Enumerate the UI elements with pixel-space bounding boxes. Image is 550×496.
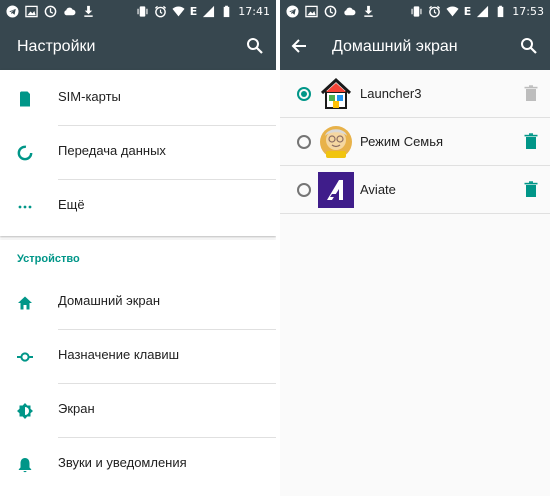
search-icon[interactable] [520,37,538,55]
sim-card-icon [20,91,30,107]
radio-button[interactable] [297,135,311,149]
sync-icon [324,5,337,18]
page-title: Домашний экран [332,38,458,55]
wifi-icon [172,6,185,17]
download-icon [364,5,373,17]
settings-item-sounds[interactable]: Звуки и уведомления [0,438,276,492]
status-time: 17:53 [512,5,544,18]
data-usage-icon [17,145,33,161]
launcher-option-aviate[interactable]: Aviate [280,166,550,214]
wifi-icon [446,6,459,17]
home-screen-panel: E 17:53 Домашний экран Launcher3 Режим С… [280,0,550,496]
network-type-label: E [463,5,472,18]
radio-button[interactable] [297,183,311,197]
settings-card-network: SIM-карты Передача данных Ещё [0,70,276,236]
image-icon [25,5,38,18]
signal-icon [477,5,489,18]
settings-item-label: Звуки и уведомления [58,455,187,470]
page-title: Настройки [17,38,96,55]
launcher-label: Aviate [360,182,396,197]
search-icon[interactable] [246,37,264,55]
telegram-icon [6,5,19,18]
brightness-icon [17,403,33,419]
vibrate-icon [137,6,148,17]
more-horiz-icon [18,205,32,209]
app-bar: Домашний экран [280,24,550,70]
settings-item-button-mapping[interactable]: Назначение клавиш [0,330,276,384]
launcher-option-family-mode[interactable]: Режим Семья [280,118,550,166]
alarm-icon [154,5,166,18]
signal-icon [203,5,215,18]
launcher-label: Launcher3 [360,86,422,101]
aviate-icon [318,172,354,208]
home-icon [18,296,32,310]
divider [280,213,550,214]
status-bar: E 17:41 [0,0,276,24]
settings-item-label: Домашний экран [58,293,161,308]
alarm-icon [428,5,440,18]
bell-icon [18,458,32,473]
settings-item-label: Экран [58,401,95,416]
launcher3-house-icon [320,77,352,109]
settings-item-label: SIM-карты [58,89,121,104]
settings-item-label: Передача данных [58,143,166,158]
status-time: 17:41 [238,5,270,18]
settings-item-home-screen[interactable]: Домашний экран [0,276,276,330]
cloud-icon [344,7,356,16]
image-icon [305,5,318,18]
network-type-label: E [189,5,198,18]
sync-icon [44,5,57,18]
back-arrow-icon[interactable] [290,37,308,55]
settings-item-label: Ещё [58,197,85,212]
settings-panel: E 17:41 Настройки SIM-карты Передача дан… [0,0,276,496]
delete-icon[interactable] [524,181,538,198]
battery-icon [498,5,504,18]
vibrate-icon [411,6,422,17]
delete-icon-disabled [524,85,538,101]
settings-item-sim[interactable]: SIM-карты [0,72,276,126]
section-header-device: Устройство [17,253,80,265]
settings-item-display[interactable]: Экран [0,384,276,438]
battery-icon [224,5,230,18]
launcher-label: Режим Семья [360,134,444,149]
radio-button-selected[interactable] [297,87,311,101]
telegram-icon [286,5,299,18]
family-mode-icon [320,126,352,158]
settings-item-more[interactable]: Ещё [0,180,276,234]
settings-item-data-usage[interactable]: Передача данных [0,126,276,180]
cloud-icon [64,7,76,16]
download-icon [84,5,93,17]
button-mapping-icon [17,352,33,362]
settings-card-device: Устройство Домашний экран Назначение кла… [0,240,276,496]
settings-item-label: Назначение клавиш [58,347,180,362]
launcher-option-launcher3[interactable]: Launcher3 [280,70,550,118]
delete-icon[interactable] [524,133,538,150]
status-bar: E 17:53 [280,0,550,24]
app-bar: Настройки [0,24,276,70]
